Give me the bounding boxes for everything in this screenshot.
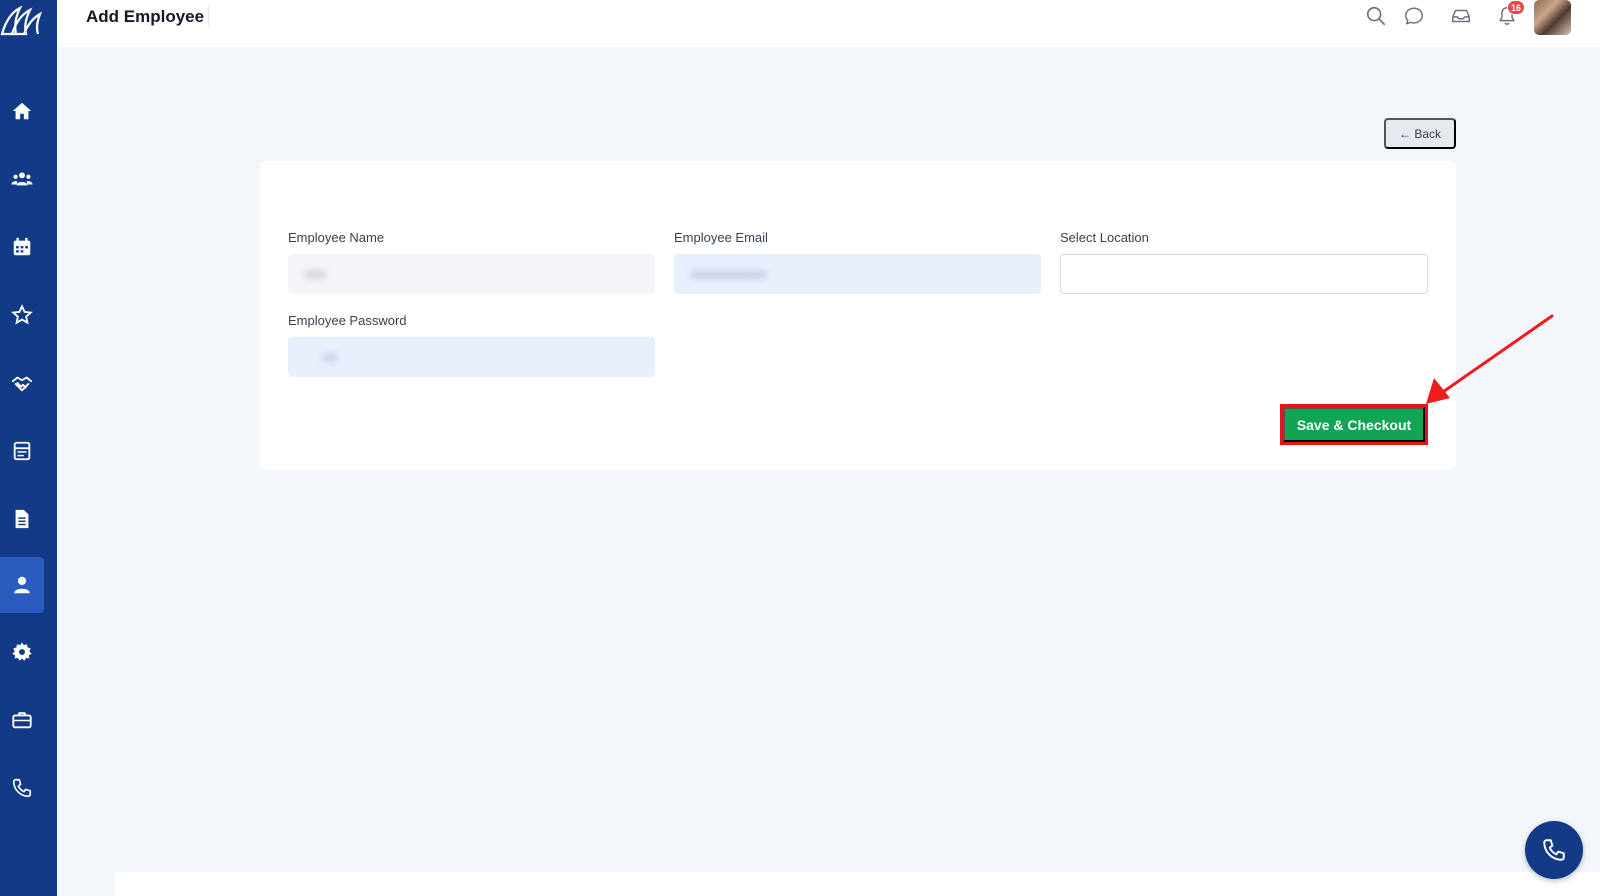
sidebar-item-home[interactable] (0, 83, 44, 139)
employee-password-label: Employee Password (288, 313, 407, 328)
inbox-button[interactable] (1449, 4, 1473, 28)
sidebar-item-calls[interactable] (0, 760, 44, 816)
gear-icon (12, 642, 32, 661)
form-icon (13, 441, 31, 461)
add-employee-form-card (260, 161, 1456, 470)
sidebar-item-settings[interactable] (0, 624, 44, 680)
chat-icon (1405, 7, 1423, 25)
search-icon (1366, 6, 1386, 26)
employee-password-value: •• (324, 349, 338, 365)
document-icon (15, 509, 29, 529)
phone-icon (1543, 839, 1565, 861)
select-location-label: Select Location (1060, 230, 1149, 245)
app-logo[interactable] (0, 0, 44, 44)
sidebar-item-partners[interactable] (0, 355, 44, 411)
annotation-arrow (1426, 314, 1554, 404)
user-avatar[interactable] (1534, 0, 1571, 35)
chat-button[interactable] (1402, 4, 1426, 28)
back-button[interactable]: ← Back (1384, 118, 1456, 149)
handshake-icon (11, 376, 33, 392)
employee-email-input[interactable]: ••••••••••• (674, 254, 1041, 294)
employee-name-label: Employee Name (288, 230, 385, 245)
employee-name-input[interactable]: ••• (288, 254, 655, 294)
footer-strip (115, 872, 1600, 896)
save-and-checkout-button[interactable]: Save & Checkout (1283, 407, 1425, 442)
top-bar: Add Employee 16 (57, 0, 1600, 47)
inbox-icon (1452, 9, 1470, 23)
sidebar-item-jobs[interactable] (0, 692, 44, 748)
sidebar-item-forms[interactable] (0, 423, 44, 479)
page-title: Add Employee (86, 7, 205, 26)
user-icon (14, 576, 30, 594)
notifications-button[interactable]: 16 (1495, 0, 1526, 28)
sidebar-item-favorites[interactable] (0, 287, 44, 343)
employee-password-input[interactable]: •• (288, 337, 655, 377)
search-button[interactable] (1364, 4, 1388, 28)
employee-email-label: Employee Email (674, 230, 768, 245)
call-fab-button[interactable] (1525, 821, 1583, 879)
sidebar-item-documents[interactable] (0, 491, 44, 547)
sidebar-item-team[interactable] (0, 151, 44, 207)
home-icon (12, 102, 32, 120)
location-select[interactable] (1060, 254, 1428, 294)
phone-icon (12, 778, 32, 798)
sidebar-item-employees[interactable] (0, 557, 44, 613)
sidebar-item-calendar[interactable] (0, 219, 44, 275)
team-icon (11, 172, 33, 186)
employee-email-value: ••••••••••• (692, 266, 768, 282)
sidebar (0, 0, 57, 896)
star-icon (11, 304, 33, 325)
notification-count-badge: 16 (1507, 0, 1526, 15)
title-divider (208, 5, 209, 27)
employee-name-value: ••• (306, 266, 327, 282)
briefcase-icon (12, 712, 32, 729)
calendar-icon (13, 237, 31, 256)
